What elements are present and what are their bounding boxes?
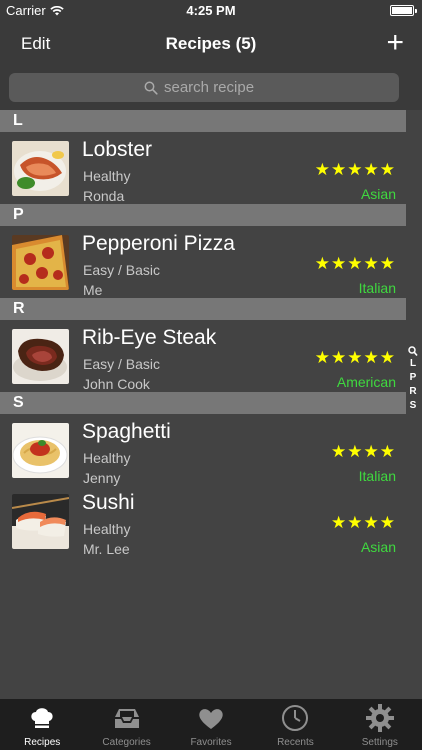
recipe-cuisine: Italian: [358, 280, 396, 296]
rating-stars: ★★★★★: [314, 160, 396, 179]
rating-stars: ★★★★: [331, 513, 396, 532]
recipe-cuisine: American: [336, 374, 396, 390]
page-title: Recipes (5): [165, 34, 257, 53]
recipe-difficulty: Easy / Basic: [83, 262, 161, 278]
tab-favorites[interactable]: Favorites: [169, 699, 253, 750]
recipe-name: Lobster: [82, 138, 153, 161]
clock-icon: [282, 705, 309, 731]
tab-recipes[interactable]: Recipes: [0, 699, 84, 750]
recipe-difficulty: Easy / Basic: [83, 356, 161, 372]
tab-label: Recents: [277, 737, 314, 748]
section-header-s: S: [0, 392, 406, 414]
recipe-name: Sushi: [82, 491, 135, 514]
sushi-photo: [12, 494, 69, 549]
recipe-author: John Cook: [83, 376, 150, 392]
lobster-photo: [12, 141, 69, 196]
steak-photo: [12, 329, 69, 384]
index-letter-s[interactable]: S: [410, 399, 417, 413]
section-header-p: P: [0, 204, 406, 226]
tray-icon: [114, 709, 139, 728]
pizza-photo: [12, 235, 69, 290]
tab-label: Categories: [102, 737, 151, 748]
section-header-r: R: [0, 298, 406, 320]
index-letter-l[interactable]: L: [410, 357, 416, 371]
recipe-difficulty: Healthy: [83, 168, 131, 184]
recipe-cuisine: Asian: [360, 539, 396, 555]
recipe-difficulty: Healthy: [83, 521, 131, 537]
heart-icon: [199, 709, 223, 729]
status-bar: Carrier 4:25 PM: [0, 0, 422, 22]
index-letter-p[interactable]: P: [410, 371, 417, 385]
search-icon[interactable]: [408, 346, 418, 357]
recipe-row-lobster[interactable]: Lobster Healthy Ronda ★★★★★ Asian: [0, 132, 406, 204]
tab-bar: Recipes Categories Favorites Recents Set…: [0, 699, 422, 750]
recipe-cuisine: Italian: [358, 468, 396, 484]
recipe-row-rib-eye-steak[interactable]: Rib-Eye Steak Easy / Basic John Cook ★★★…: [0, 320, 406, 392]
chef-hat-icon: [31, 708, 53, 728]
search-input[interactable]: [164, 79, 264, 96]
rating-stars: ★★★★★: [314, 254, 396, 273]
recipe-author: Mr. Lee: [83, 541, 130, 557]
search-icon: [144, 81, 158, 95]
recipe-name: Pepperoni Pizza: [82, 232, 235, 255]
tab-recents[interactable]: Recents: [253, 699, 337, 750]
tab-settings[interactable]: Settings: [338, 699, 422, 750]
tab-categories[interactable]: Categories: [84, 699, 168, 750]
search-bar: [0, 66, 422, 110]
section-index[interactable]: L P R S: [406, 346, 420, 413]
recipe-list: L Lobster Healthy Ronda ★★★★★ Asian P Pe…: [0, 110, 406, 557]
gear-icon: [365, 704, 394, 732]
recipe-author: Me: [83, 282, 103, 298]
spaghetti-photo: [12, 423, 69, 478]
add-recipe-button[interactable]: +: [386, 28, 404, 58]
recipe-author: Ronda: [83, 188, 125, 204]
search-field[interactable]: [9, 73, 399, 102]
navigation-bar: Edit Recipes (5) +: [0, 22, 422, 66]
tab-label: Recipes: [24, 737, 61, 748]
index-letter-r[interactable]: R: [409, 385, 416, 399]
recipe-cuisine: Asian: [360, 186, 396, 202]
recipe-row-spaghetti[interactable]: Spaghetti Healthy Jenny ★★★★ Italian: [0, 414, 406, 486]
recipe-row-pepperoni-pizza[interactable]: Pepperoni Pizza Easy / Basic Me ★★★★★ It…: [0, 226, 406, 298]
tab-label: Favorites: [190, 737, 232, 748]
recipe-name: Spaghetti: [82, 420, 171, 443]
tab-label: Settings: [361, 737, 398, 748]
status-time: 4:25 PM: [186, 3, 236, 18]
rating-stars: ★★★★★: [314, 348, 396, 367]
recipe-row-sushi[interactable]: Sushi Healthy Mr. Lee ★★★★ Asian: [0, 485, 406, 557]
recipe-author: Jenny: [83, 470, 121, 486]
section-header-l: L: [0, 110, 406, 132]
rating-stars: ★★★★: [331, 442, 396, 461]
recipe-name: Rib-Eye Steak: [82, 326, 217, 349]
recipe-difficulty: Healthy: [83, 450, 131, 466]
battery-icon: [390, 5, 417, 16]
